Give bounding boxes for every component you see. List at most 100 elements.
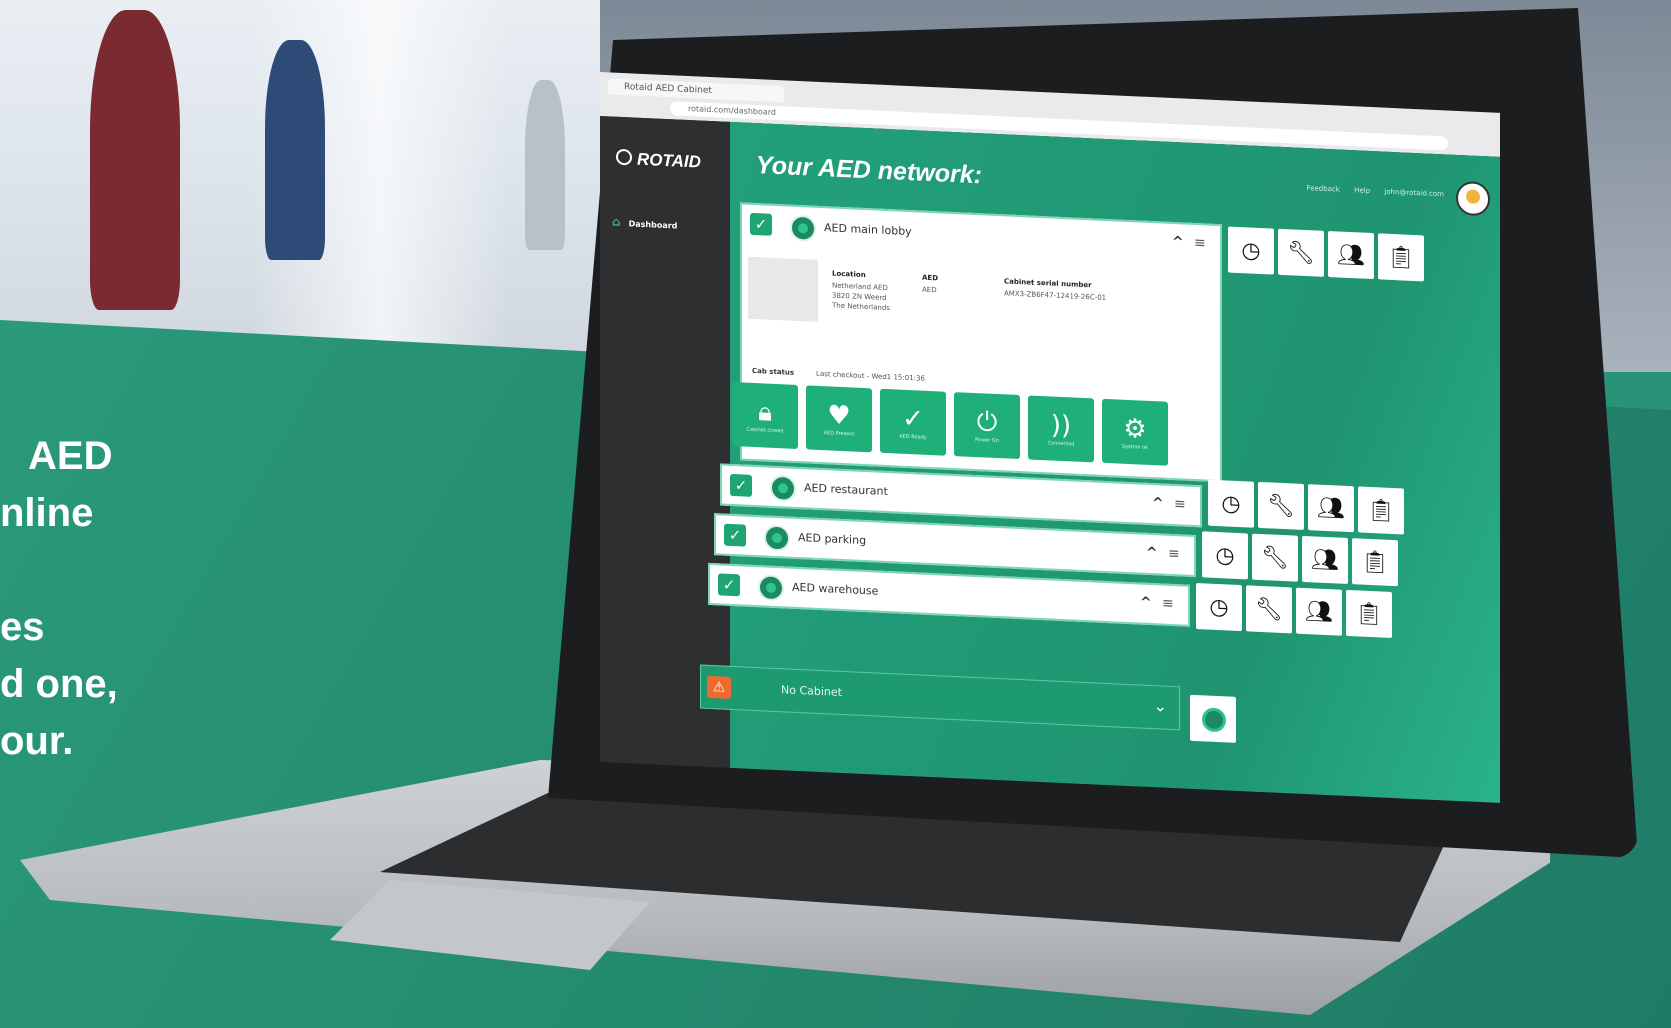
status-tile-label: Power On <box>975 437 999 445</box>
clipboard-icon[interactable]: 📋︎ <box>1352 538 1398 587</box>
status-heading: Cab status Last checkout - Wed1 15:01:36 <box>752 367 925 383</box>
status-tile-label: System ok <box>1121 443 1149 451</box>
row-actions: ◷ 🔧︎ 👥︎ 📋︎ <box>1196 583 1392 638</box>
clipboard-icon[interactable]: 📋︎ <box>1346 589 1392 638</box>
menu-icon[interactable]: ≡ <box>1174 496 1186 513</box>
add-cabinet-button[interactable] <box>1190 694 1236 743</box>
location-details: Location Netherland AED 3820 ZN Weerd Th… <box>832 269 890 314</box>
location-map <box>748 256 818 322</box>
status-tile: ♥ AED Present <box>806 385 872 453</box>
users-icon[interactable]: 👥︎ <box>1296 587 1342 636</box>
avatar[interactable] <box>1456 180 1490 217</box>
page-title: Your AED network: <box>756 151 982 190</box>
clipboard-icon[interactable]: 📋︎ <box>1378 233 1424 282</box>
location-label: Location <box>832 269 866 280</box>
aed-value: AED <box>922 285 937 295</box>
header-links: Feedback Help john@rotaid.com <box>1295 184 1445 199</box>
clock-icon[interactable]: ◷ <box>1208 479 1254 528</box>
app-window: Rotaid AED Cabinet rotaid.com/dashboard … <box>600 72 1500 803</box>
person-figure <box>265 40 325 260</box>
aed-name: AED parking <box>798 530 867 548</box>
users-icon[interactable]: 👥︎ <box>1302 535 1348 584</box>
status-tile: ⏻ Power On <box>954 392 1020 460</box>
wrench-icon[interactable]: 🔧︎ <box>1258 481 1304 530</box>
checkbox[interactable]: ✓ <box>730 473 752 497</box>
logo-ring-icon <box>616 148 632 166</box>
aed-icon <box>770 474 796 502</box>
promo-line: d one, <box>0 662 118 706</box>
aed-icon <box>790 214 816 242</box>
aed-details: AED AED <box>922 273 938 296</box>
wrench-icon[interactable]: 🔧︎ <box>1246 585 1292 634</box>
status-tile-label: Connected <box>1047 440 1075 448</box>
no-cabinet-label: No Cabinet <box>781 683 842 699</box>
gear-icon: ⚙ <box>1123 413 1147 445</box>
aed-name: AED restaurant <box>804 481 888 499</box>
checkbox[interactable]: ✓ <box>718 573 740 597</box>
signal-icon: )) <box>1050 410 1072 442</box>
last-checked: Last checkout - Wed1 15:01:36 <box>816 369 925 383</box>
users-icon[interactable]: 👥︎ <box>1308 484 1354 533</box>
wrench-icon[interactable]: 🔧︎ <box>1252 533 1298 582</box>
row-actions: ◷ 🔧︎ 👥︎ 📋︎ <box>1208 479 1404 535</box>
expand-caret-icon[interactable]: ^ <box>1146 545 1158 562</box>
row-actions: ◷ 🔧︎ 👥︎ 📋︎ <box>1202 531 1398 587</box>
check-icon: ✓ <box>902 403 924 435</box>
status-tile: ⚙ System ok <box>1102 398 1168 466</box>
status-tile-label: AED Ready <box>899 433 927 441</box>
wrench-icon[interactable]: 🔧︎ <box>1278 228 1324 277</box>
status-tile-label: AED Present <box>823 430 855 438</box>
promo-line: our. <box>0 719 74 763</box>
account-link[interactable]: john@rotaid.com <box>1384 188 1444 199</box>
sidebar-item-label: Dashboard <box>628 219 678 231</box>
aed-name: AED warehouse <box>792 580 879 598</box>
sidebar-item-dashboard[interactable]: ⌂ Dashboard <box>612 215 677 232</box>
status-tiles: 🔒︎ Cabinet closed ♥ AED Present ✓ AED Ready… <box>732 381 1168 466</box>
clock-icon[interactable]: ◷ <box>1228 226 1274 275</box>
aed-icon <box>764 524 790 552</box>
brand-logo: ROTAID <box>616 148 701 173</box>
brand-name: ROTAID <box>637 149 701 172</box>
aed-card-expanded: ✓ AED main lobby ^ ≡ Location Netherland… <box>732 202 1222 483</box>
no-cabinet-row[interactable]: ⚠ No Cabinet ⌄ <box>700 664 1180 731</box>
expand-caret-icon[interactable]: ^ <box>1140 595 1152 612</box>
promo-line <box>0 542 118 599</box>
menu-icon[interactable]: ≡ <box>1162 596 1174 613</box>
serial-value: AMX3-ZB6F47-12419-26C-01 <box>1004 289 1107 302</box>
promo-text: AED nline es d one, our. <box>0 428 118 770</box>
chevron-down-icon[interactable]: ⌄ <box>1154 696 1167 716</box>
warning-icon: ⚠ <box>707 675 731 699</box>
lock-icon: 🔒︎ <box>758 397 772 428</box>
status-tile: 🔒︎ Cabinet closed <box>732 381 798 449</box>
menu-icon[interactable]: ≡ <box>1194 235 1206 252</box>
power-icon: ⏻ <box>976 407 998 439</box>
heart-icon: ♥ <box>827 400 851 432</box>
main-content: Your AED network: Feedback Help john@rot… <box>700 121 1500 803</box>
collapse-caret-icon[interactable]: ^ <box>1172 234 1184 251</box>
browser-tab[interactable]: Rotaid AED Cabinet <box>608 78 784 103</box>
serial-details: Cabinet serial number AMX3-ZB6F47-12419-… <box>1004 276 1106 303</box>
aed-name: AED main lobby <box>824 221 912 239</box>
status-tile-label: Cabinet closed <box>746 426 784 435</box>
expand-caret-icon[interactable]: ^ <box>1152 495 1164 512</box>
users-icon[interactable]: 👥︎ <box>1328 231 1374 280</box>
feedback-link[interactable]: Feedback <box>1307 184 1340 194</box>
checkbox[interactable]: ✓ <box>724 523 746 547</box>
person-figure <box>525 80 565 250</box>
menu-icon[interactable]: ≡ <box>1168 546 1180 563</box>
clock-icon[interactable]: ◷ <box>1202 531 1248 580</box>
clock-icon[interactable]: ◷ <box>1196 583 1242 632</box>
checkbox[interactable]: ✓ <box>750 212 772 236</box>
house-icon: ⌂ <box>612 214 621 229</box>
clipboard-icon[interactable]: 📋︎ <box>1358 486 1404 535</box>
promo-line: nline <box>0 491 94 535</box>
aed-label: AED <box>922 273 939 283</box>
status-title: Cab status <box>752 366 795 377</box>
promo-line: es <box>0 605 45 649</box>
location-line: The Netherlands <box>832 301 890 313</box>
aed-icon <box>758 574 784 602</box>
person-figure <box>90 10 180 310</box>
help-link[interactable]: Help <box>1354 186 1370 195</box>
promo-line: AED <box>28 434 113 478</box>
row-actions: ◷ 🔧︎ 👥︎ 📋︎ <box>1228 226 1424 282</box>
